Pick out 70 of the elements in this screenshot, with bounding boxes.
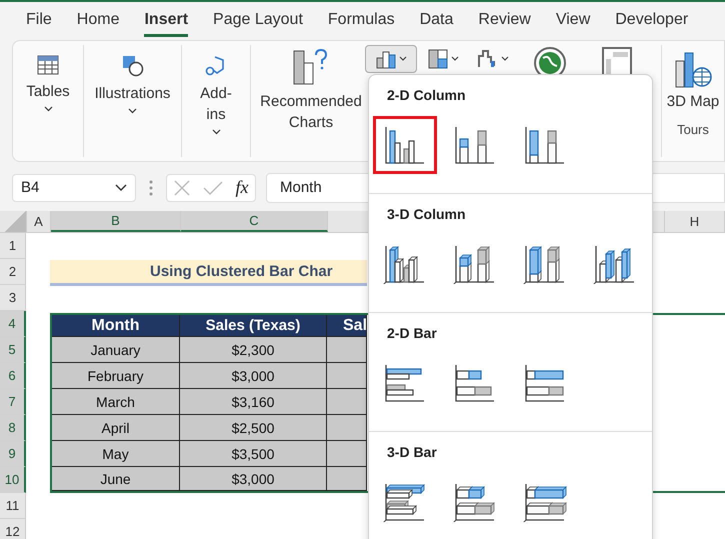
group-button[interactable]: Recommended Charts: [256, 91, 366, 133]
check-icon[interactable]: [202, 180, 222, 196]
map-button[interactable]: 3D Map: [666, 91, 720, 112]
ribbon-tab[interactable]: Developer: [615, 5, 688, 37]
column-header[interactable]: C: [181, 211, 328, 232]
treemap-chart-icon: [427, 49, 459, 69]
ribbon-tab[interactable]: Data: [420, 5, 454, 37]
ribbon-tab[interactable]: Home: [76, 5, 120, 37]
table-cell: $3,160: [180, 389, 327, 415]
table-cell: May: [52, 441, 180, 467]
section-title: 3-D Bar: [387, 444, 438, 462]
row-header[interactable]: 3: [0, 285, 26, 311]
section-title: 3-D Column: [387, 206, 467, 224]
section-title: 2-D Column: [387, 87, 467, 105]
name-box[interactable]: B4: [12, 174, 136, 202]
table-cell: February: [52, 363, 180, 389]
chart-option[interactable]: [373, 116, 437, 174]
table-header-cell: Month: [52, 315, 180, 337]
chevron-icon: [212, 129, 220, 135]
row-header[interactable]: 7: [0, 389, 26, 415]
table-cell: June: [52, 467, 180, 491]
table-cell: $3,000: [180, 363, 327, 389]
bar-chart-icon: [522, 482, 568, 522]
ribbon-tab[interactable]: Review: [478, 5, 531, 37]
table-cell: April: [52, 415, 180, 441]
table-header-cell: Sal: [327, 315, 367, 337]
ribbon-tab[interactable]: Insert: [144, 5, 188, 37]
table-cell: January: [52, 337, 180, 363]
row-header[interactable]: 4: [0, 311, 26, 337]
table-cell: $3,000: [180, 467, 327, 491]
table-icon: [37, 55, 59, 75]
table-cell: $2,300: [180, 337, 327, 363]
drag-handle-icon[interactable]: [149, 180, 153, 196]
table-header-cell: Sales (Texas): [180, 315, 327, 337]
row-header[interactable]: 5: [0, 337, 26, 363]
ribbon-tab[interactable]: View: [556, 5, 590, 37]
table-cell: $2,500: [180, 415, 327, 441]
sheet-title: Using Clustered Bar Char: [50, 260, 367, 286]
row-header[interactable]: 6: [0, 363, 26, 389]
ribbon-tab[interactable]: File: [26, 5, 52, 37]
row-header[interactable]: 1: [0, 233, 26, 259]
ribbon-tab[interactable]: Page Layout: [213, 5, 303, 37]
group-button[interactable]: Illustrations: [94, 83, 170, 104]
row-header[interactable]: 10: [0, 467, 26, 493]
insert-function-button[interactable]: fx: [236, 177, 248, 198]
table-cell: $3,500: [180, 441, 327, 467]
column-header[interactable]: B: [51, 211, 181, 232]
table-cell: March: [52, 389, 180, 415]
row-header[interactable]: 12: [0, 519, 26, 539]
row-header[interactable]: 11: [0, 493, 26, 519]
column-chart-button[interactable]: [365, 45, 417, 73]
row-header[interactable]: 9: [0, 441, 26, 467]
map-building-icon: [673, 51, 713, 89]
hexagon-icon: [205, 55, 227, 77]
group-button[interactable]: Tables: [26, 81, 70, 102]
bar-chart-icon: [382, 482, 428, 522]
bar-chart-icon: [452, 482, 498, 522]
group-name: Tours: [677, 122, 709, 137]
chevron-icon: [115, 184, 127, 192]
chevron-icon: [44, 106, 52, 112]
shapes-icon: [122, 55, 144, 77]
row-header[interactable]: 2: [0, 259, 26, 285]
chevron-icon: [128, 108, 137, 114]
row-header[interactable]: 8: [0, 415, 26, 441]
section-title: 2-D Bar: [387, 325, 438, 343]
column-chart-icon: [375, 49, 407, 69]
waterfall-chart-icon: [477, 49, 509, 69]
ribbon-tab[interactable]: Formulas: [328, 5, 395, 37]
column-header[interactable]: H: [665, 211, 725, 232]
group-button[interactable]: Add-ins: [196, 83, 236, 125]
